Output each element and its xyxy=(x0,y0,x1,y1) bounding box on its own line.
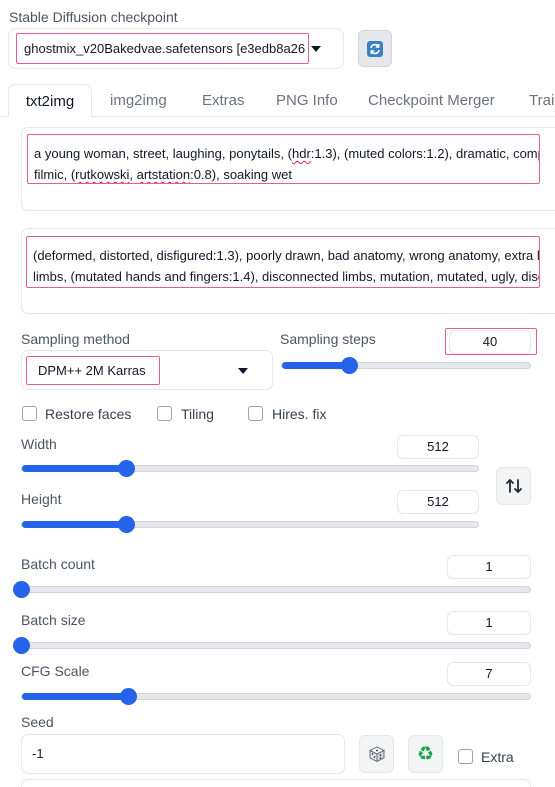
checkpoint-value: ghostmix_v20Bakedvae.safetensors [e3edb8… xyxy=(16,33,309,64)
width-label: Width xyxy=(21,436,57,452)
seed-label: Seed xyxy=(21,714,54,730)
tiling-checkbox[interactable] xyxy=(157,406,172,421)
chevron-down-icon xyxy=(238,368,248,374)
next-section-edge xyxy=(21,779,531,787)
swap-dimensions-icon xyxy=(505,479,522,493)
seed-input[interactable]: -1 xyxy=(21,734,345,774)
dice-icon xyxy=(368,746,385,763)
recycle-icon: ♻ xyxy=(416,742,435,765)
batch-count-label: Batch count xyxy=(21,556,95,572)
tab-extras[interactable]: Extras xyxy=(202,84,245,117)
tab-txt2img[interactable]: txt2img xyxy=(8,84,92,117)
width-input[interactable]: 512 xyxy=(397,435,479,459)
tab-checkpoint-merger[interactable]: Checkpoint Merger xyxy=(368,84,495,117)
checkpoint-label: Stable Diffusion checkpoint xyxy=(9,9,178,25)
sampling-method-label: Sampling method xyxy=(21,331,130,347)
batch-count-slider-thumb[interactable] xyxy=(13,581,30,598)
extra-seed-checkbox[interactable] xyxy=(458,749,473,764)
restore-faces-label: Restore faces xyxy=(45,406,132,422)
batch-count-slider[interactable] xyxy=(21,586,531,593)
cfg-scale-slider[interactable] xyxy=(21,693,531,700)
tab-img2img[interactable]: img2img xyxy=(110,84,167,117)
random-seed-button[interactable] xyxy=(359,735,394,773)
hires-fix-label: Hires. fix xyxy=(272,406,327,422)
batch-size-slider[interactable] xyxy=(21,642,531,649)
prompt-text: a young woman, street, laughing, ponytai… xyxy=(27,134,540,184)
height-input[interactable]: 512 xyxy=(397,490,479,514)
batch-count-input[interactable]: 1 xyxy=(447,555,531,579)
refresh-checkpoint-button[interactable] xyxy=(358,30,392,67)
height-slider[interactable] xyxy=(21,521,479,528)
tiling-label: Tiling xyxy=(181,406,214,422)
reuse-seed-button[interactable]: ♻ xyxy=(408,735,443,773)
tab-train[interactable]: Trai xyxy=(529,84,554,117)
sampling-method-value: DPM++ 2M Karras xyxy=(26,356,160,385)
hires-fix-checkbox[interactable] xyxy=(248,406,263,421)
sampling-steps-slider-thumb[interactable] xyxy=(340,357,358,374)
swap-dimensions-button[interactable] xyxy=(496,467,531,505)
sampling-steps-input[interactable]: 40 xyxy=(449,330,531,354)
height-slider-thumb[interactable] xyxy=(118,516,136,533)
height-label: Height xyxy=(21,491,62,507)
cfg-scale-slider-thumb[interactable] xyxy=(120,688,138,705)
width-slider[interactable] xyxy=(21,465,479,472)
restore-faces-checkbox[interactable] xyxy=(22,406,37,421)
sampling-steps-label: Sampling steps xyxy=(280,331,376,347)
sampling-steps-slider[interactable] xyxy=(281,362,531,369)
negative-prompt-text: (deformed, distorted, disfigured:1.3), p… xyxy=(26,236,540,288)
batch-size-input[interactable]: 1 xyxy=(447,611,531,635)
refresh-icon xyxy=(367,40,383,57)
batch-size-slider-thumb[interactable] xyxy=(13,637,30,654)
chevron-down-icon xyxy=(311,46,321,52)
extra-seed-label: Extra xyxy=(481,749,514,765)
width-slider-thumb[interactable] xyxy=(118,460,136,477)
cfg-scale-input[interactable]: 7 xyxy=(447,662,531,686)
tab-png-info[interactable]: PNG Info xyxy=(276,84,338,117)
batch-size-label: Batch size xyxy=(21,612,86,628)
cfg-scale-label: CFG Scale xyxy=(21,663,90,679)
